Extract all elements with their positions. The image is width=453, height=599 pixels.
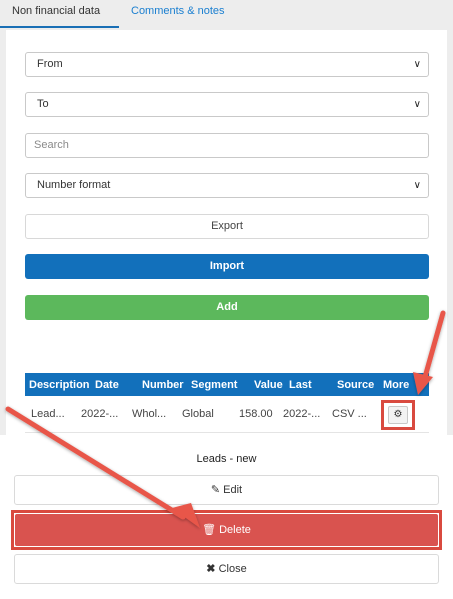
x-icon: ✖ [206,563,216,575]
trash-icon: 🗑 [202,524,217,536]
delete-button[interactable]: 🗑 Delete [15,514,438,546]
cell-segment: Global [182,408,214,420]
tab-non-financial-data[interactable]: Non financial data [0,0,119,28]
column-header-last[interactable]: Last [289,373,312,396]
cell-source: CSV ... [332,408,367,420]
sheet-title: Leads - new [196,453,257,465]
gears-icon: ⚙ [393,409,403,420]
cell-date: 2022-... [81,408,119,420]
search-placeholder: Search [34,139,69,151]
tab-bar: Non financial data Comments & notes [0,0,453,30]
number-format-value: Number format [37,179,111,191]
non-financial-panel: From ∨ To ∨ Search Number format ∨ Expor… [6,30,447,435]
export-button[interactable]: Export [25,214,429,239]
chevron-down-icon: ∨ [413,99,421,110]
from-select[interactable]: From ∨ [25,52,429,77]
tab-comments-notes[interactable]: Comments & notes [119,0,237,28]
cell-number: Whol... [132,408,167,420]
column-header-date[interactable]: Date [95,373,119,396]
pencil-icon: ✎ [210,484,221,496]
delete-label: Delete [219,524,251,536]
column-header-description[interactable]: Description [29,373,90,396]
to-select[interactable]: To ∨ [25,92,429,117]
add-button[interactable]: Add [25,295,429,320]
data-table: Description Date Number Segment Value La… [25,373,429,433]
from-select-value: From [37,58,63,70]
close-button[interactable]: ✖ Close [14,554,439,584]
edit-button[interactable]: ✎ Edit [14,475,439,505]
cell-value: 158.00 [239,408,273,420]
table-header: Description Date Number Segment Value La… [25,373,429,396]
table-row[interactable]: Lead... 2022-... Whol... Global 158.00 2… [25,396,429,433]
more-actions-highlight: ⚙ [381,400,415,430]
search-input[interactable]: Search [25,133,429,158]
number-format-select[interactable]: Number format ∨ [25,173,429,198]
cell-description: Lead... [31,408,65,420]
chevron-down-icon: ∨ [413,59,421,70]
column-header-more: More [383,378,410,391]
more-actions-button[interactable]: ⚙ [388,406,408,424]
import-button[interactable]: Import [25,254,429,279]
column-header-source[interactable]: Source [337,373,374,396]
close-label: Close [218,563,247,575]
column-header-segment[interactable]: Segment [191,373,237,396]
row-actions-sheet: Leads - new ✎ Edit 🗑 Delete ✖ Close [0,435,453,599]
column-header-number[interactable]: Number [142,373,184,396]
chevron-down-icon: ∨ [413,180,421,191]
edit-label: Edit [223,484,243,496]
column-header-value[interactable]: Value [254,373,283,396]
to-select-value: To [37,98,49,110]
cell-last: 2022-... [283,408,321,420]
